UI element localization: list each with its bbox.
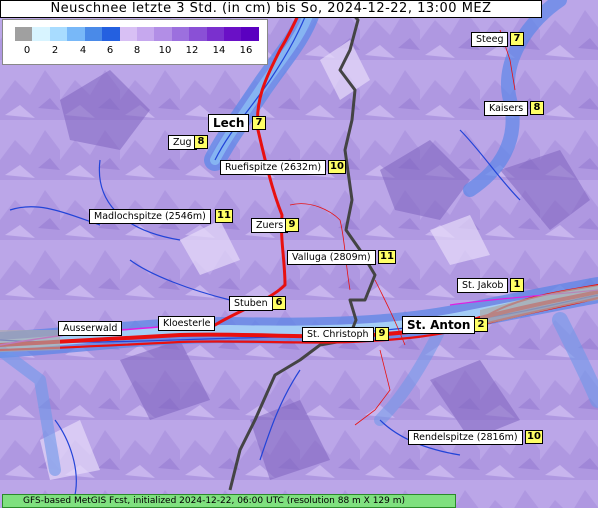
place-value-madlochspitze: 11 <box>215 209 233 223</box>
legend-color-swatch <box>206 27 225 41</box>
place-label-zuers: Zuers <box>251 218 289 233</box>
legend-tick: 8 <box>133 45 141 56</box>
legend-color-swatch <box>84 27 103 41</box>
legend-color-bar <box>15 27 259 41</box>
legend-tick: 4 <box>79 45 87 56</box>
legend-color-swatch <box>119 27 137 41</box>
place-value-stuben: 6 <box>272 296 286 310</box>
legend-color-swatch <box>102 27 120 41</box>
place-label-lech: Lech <box>208 114 250 132</box>
legend-color-swatch <box>136 27 155 41</box>
place-label-madlochspitze: Madlochspitze (2546m) <box>89 209 211 224</box>
place-label-stuben: Stuben <box>229 296 273 311</box>
legend-tick: 14 <box>212 45 226 56</box>
place-label-st-christoph: St. Christoph <box>302 327 374 342</box>
legend-color-swatch <box>189 27 207 41</box>
place-value-lech: 7 <box>252 116 266 130</box>
place-value-rendelspitze: 10 <box>525 430 543 444</box>
place-label-valluga: Valluga (2809m) <box>287 250 376 265</box>
place-value-zug: 8 <box>194 135 208 149</box>
place-label-kaisers: Kaisers <box>484 101 529 116</box>
legend-color-swatch <box>241 27 259 41</box>
place-value-st-christoph: 9 <box>375 327 389 341</box>
map-title: Neuschnee letzte 3 Std. (in cm) bis So, … <box>0 0 542 18</box>
place-value-st-jakob: 1 <box>510 278 524 292</box>
legend-color-swatch <box>154 27 172 41</box>
place-label-ausserwald: Ausserwald <box>58 321 123 336</box>
place-value-kaisers: 8 <box>530 101 544 115</box>
legend-color-swatch <box>224 27 242 41</box>
model-info-footer: GFS-based MetGIS Fcst, initialized 2024-… <box>2 494 456 508</box>
place-label-ruefispitze: Ruefispitze (2632m) <box>220 160 327 175</box>
legend-tick: 10 <box>158 45 172 56</box>
legend-tick: 12 <box>185 45 199 56</box>
place-label-rendelspitze: Rendelspitze (2816m) <box>408 430 523 445</box>
legend-tick: 2 <box>51 45 59 56</box>
legend: 0 2 4 6 8 10 12 14 16 <box>2 19 268 65</box>
legend-tick: 6 <box>106 45 114 56</box>
place-label-kloesterle: Kloesterle <box>158 316 216 331</box>
legend-color-swatch <box>171 27 190 41</box>
place-value-st-anton: 2 <box>474 318 488 332</box>
legend-color-swatch <box>67 27 85 41</box>
place-label-zug: Zug <box>168 135 197 150</box>
place-value-valluga: 11 <box>378 250 396 264</box>
legend-tick: 0 <box>23 45 31 56</box>
place-label-st-anton: St. Anton <box>402 316 476 334</box>
place-value-steeg: 7 <box>510 32 524 46</box>
legend-color-swatch <box>49 27 68 41</box>
legend-color-swatch <box>32 27 50 41</box>
legend-color-swatch <box>15 27 33 41</box>
legend-tick: 16 <box>239 45 253 56</box>
place-value-ruefispitze: 10 <box>328 160 346 174</box>
place-value-zuers: 9 <box>285 218 299 232</box>
place-label-st-jakob: St. Jakob <box>457 278 509 293</box>
place-label-steeg: Steeg <box>471 32 509 47</box>
